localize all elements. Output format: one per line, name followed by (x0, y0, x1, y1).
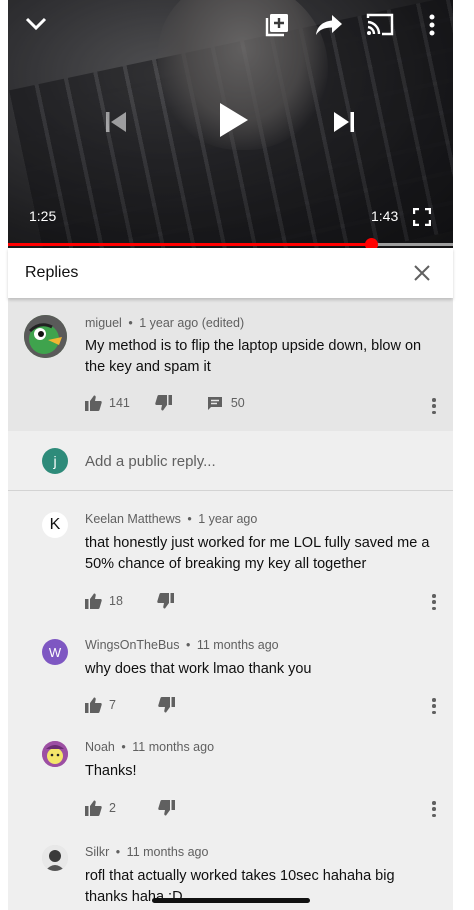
avatar-keelan[interactable]: K (42, 512, 68, 538)
comment-text: My method is to flip the laptop upside d… (85, 338, 422, 375)
like-button[interactable]: 18 (85, 593, 123, 609)
like-button[interactable]: 7 (85, 697, 116, 713)
more-vert-icon[interactable] (431, 801, 437, 817)
reply-item: Silkr • 11 months ago rofl that actually… (8, 822, 453, 910)
thumbs-down-icon (157, 593, 174, 609)
avatar-silkr[interactable] (42, 845, 68, 871)
thumbs-up-icon (85, 593, 102, 609)
avatar-letter: K (49, 516, 61, 533)
thumbs-up-icon (85, 800, 102, 816)
video-player[interactable]: 1:25 1:43 (8, 0, 453, 248)
avatar-noah[interactable] (42, 741, 68, 767)
reply-age: 11 months ago (132, 740, 215, 754)
thumbs-up-icon (85, 395, 102, 411)
my-avatar-letter: j (53, 453, 57, 469)
my-avatar: j (42, 448, 68, 474)
meta-separator: • (128, 316, 133, 330)
like-count: 18 (109, 594, 123, 608)
reply-actions: 7 (85, 697, 175, 713)
replies-header: Replies (8, 248, 453, 298)
comment-bubble-icon (207, 396, 223, 411)
more-vert-icon[interactable] (431, 698, 437, 714)
skip-next-icon[interactable] (330, 108, 358, 136)
close-icon[interactable] (411, 262, 433, 284)
play-icon[interactable] (214, 98, 254, 142)
reply-text: that honestly just worked for me LOL ful… (85, 535, 430, 572)
thumbs-up-icon (85, 697, 102, 713)
comment-age: 1 year ago (edited) (139, 316, 245, 330)
reply-age: 11 months ago (126, 845, 209, 859)
comment-meta: miguel • 1 year ago (edited) (85, 316, 244, 330)
replies-title: Replies (25, 264, 79, 281)
meta-separator: • (121, 740, 126, 754)
avatar-letter: W (48, 644, 62, 660)
avatar-miguel[interactable] (24, 315, 67, 358)
reply-age: 11 months ago (196, 638, 279, 652)
reply-meta: Keelan Matthews • 1 year ago (85, 512, 257, 526)
more-vert-icon[interactable] (431, 594, 437, 610)
reply-text: why does that work lmao thank you (85, 661, 312, 677)
reply-author[interactable]: Silkr (85, 845, 109, 859)
add-reply-input[interactable]: Add a public reply... (85, 453, 216, 470)
original-comment: miguel • 1 year ago (edited) My method i… (8, 298, 453, 431)
meta-separator: • (115, 845, 121, 859)
cast-icon[interactable] (364, 10, 396, 40)
reply-actions: 2 (85, 800, 175, 816)
home-indicator[interactable] (152, 898, 310, 903)
reply-actions: 18 (85, 593, 174, 609)
current-time: 1:25 (29, 208, 57, 224)
reply-item: K Keelan Matthews • 1 year ago that hone… (8, 491, 453, 613)
meta-separator: • (187, 512, 192, 526)
thumbs-down-icon (155, 395, 172, 411)
reply-author[interactable]: Keelan Matthews (85, 512, 181, 526)
chevron-down-icon[interactable] (22, 10, 50, 38)
dislike-button[interactable] (157, 593, 174, 609)
thumbs-down-icon (158, 800, 175, 816)
reply-meta: Silkr • 11 months ago (85, 845, 208, 859)
like-count: 2 (109, 801, 116, 815)
dislike-button[interactable] (158, 800, 175, 816)
progress-bar-fill (8, 243, 371, 246)
share-icon[interactable] (313, 10, 345, 40)
replies-feed[interactable]: miguel • 1 year ago (edited) My method i… (8, 298, 453, 910)
comment-author[interactable]: miguel (85, 316, 122, 330)
meta-separator: • (185, 638, 191, 652)
add-reply-row[interactable]: j Add a public reply... (8, 431, 453, 491)
comment-actions: 141 50 (85, 395, 245, 411)
reply-count: 50 (230, 396, 245, 410)
more-vert-icon[interactable] (422, 12, 442, 38)
dislike-button[interactable] (158, 697, 175, 713)
like-button[interactable]: 2 (85, 800, 116, 816)
add-to-playlist-icon[interactable] (262, 10, 292, 40)
skip-previous-icon[interactable] (102, 108, 130, 136)
like-count: 141 (109, 396, 130, 410)
more-vert-icon[interactable] (431, 398, 437, 414)
reply-item: Noah • 11 months ago Thanks! 2 (8, 718, 453, 822)
fullscreen-icon[interactable] (411, 206, 433, 228)
like-count: 7 (109, 698, 116, 712)
avatar-wingsonthebus[interactable]: W (42, 639, 68, 665)
duration: 1:43 (371, 208, 399, 224)
dislike-button[interactable] (155, 395, 172, 411)
reply-meta: WingsOnTheBus • 11 months ago (85, 638, 279, 652)
reply-author[interactable]: WingsOnTheBus (85, 638, 179, 652)
reply-count-button[interactable]: 50 (207, 396, 245, 411)
like-button[interactable]: 141 (85, 395, 130, 411)
reply-item: W WingsOnTheBus • 11 months ago why does… (8, 613, 453, 718)
progress-bar[interactable] (8, 238, 453, 251)
reply-text: Thanks! (85, 763, 137, 779)
reply-author[interactable]: Noah (85, 740, 115, 754)
reply-meta: Noah • 11 months ago (85, 740, 214, 754)
reply-age: 1 year ago (198, 512, 258, 526)
thumbs-down-icon (158, 697, 175, 713)
